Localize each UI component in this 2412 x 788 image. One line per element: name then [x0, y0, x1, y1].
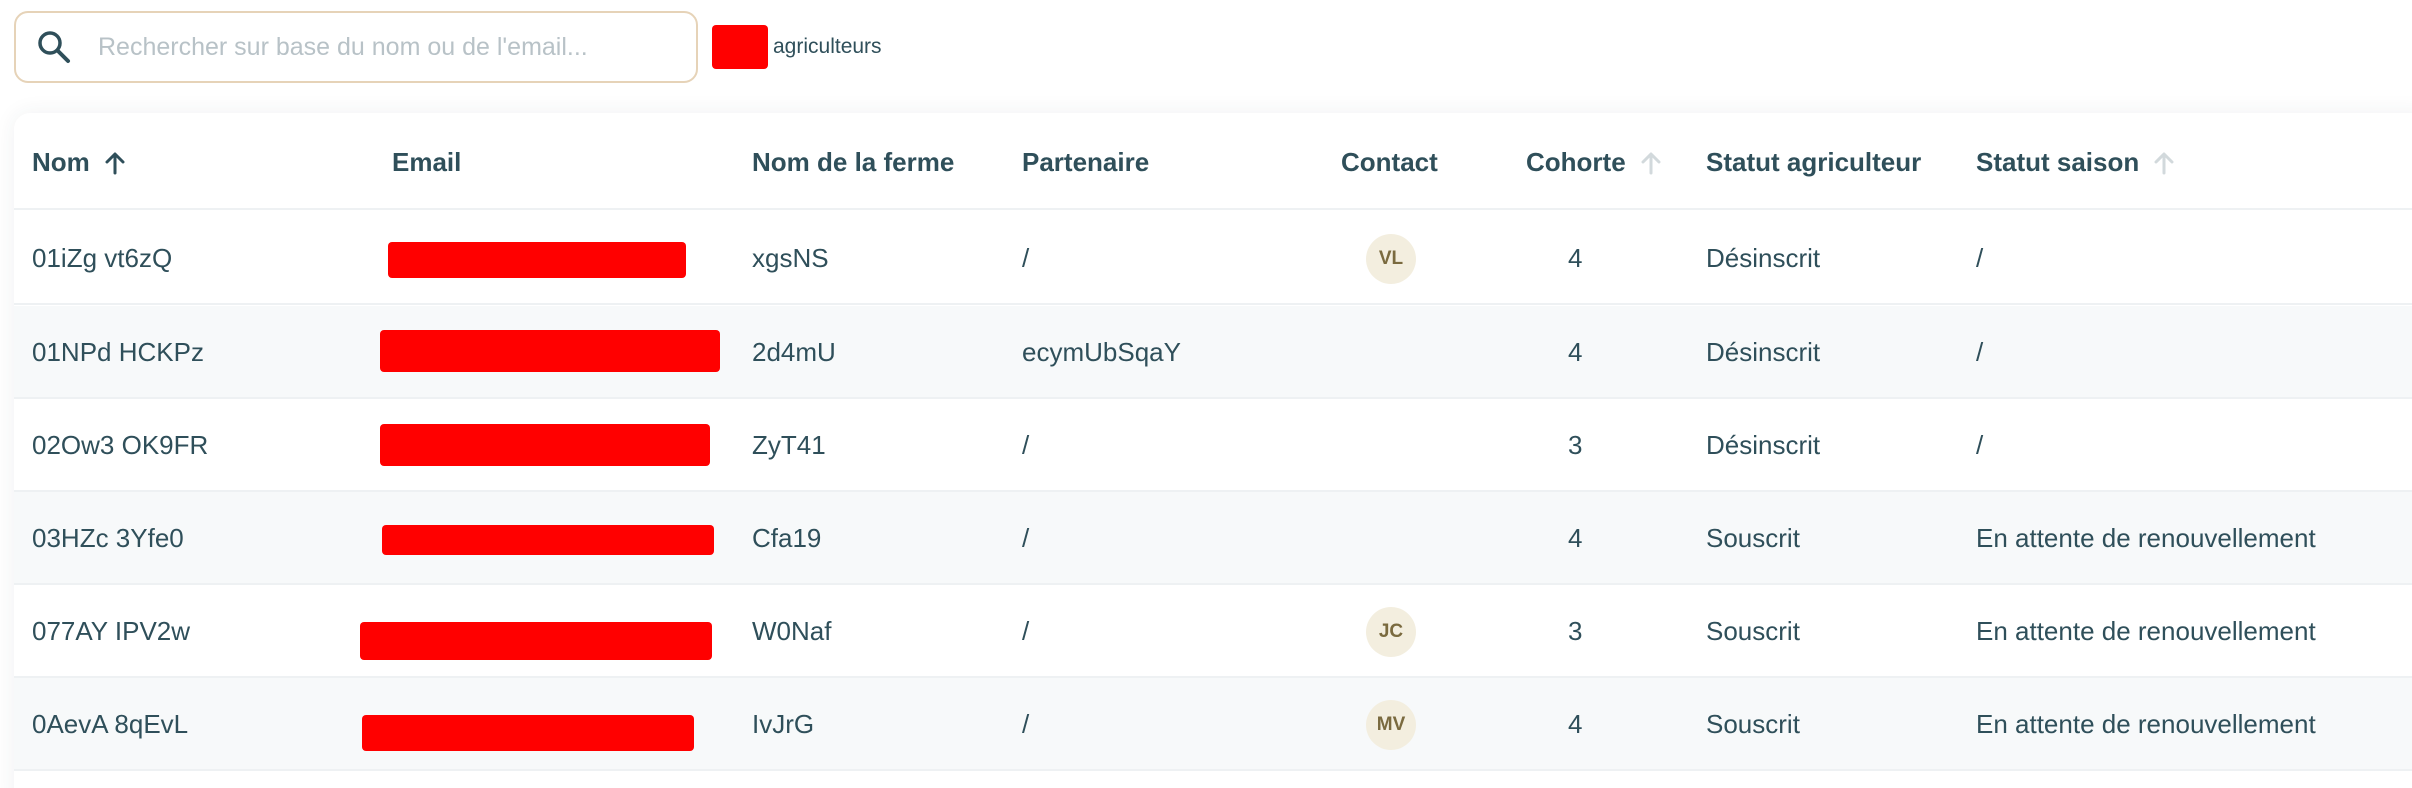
table-row[interactable]: 01NPd HCKPz 2d4mU ecymUbSqaY 4 Désinscri… — [14, 306, 2412, 399]
farmer-count: agriculteurs — [712, 25, 882, 69]
cell-nom: 02Ow3 OK9FR — [32, 430, 209, 460]
cell-nom: 03HZc 3Yfe0 — [32, 523, 184, 553]
table-row[interactable]: 01iZg vt6zQ xgsNS / VL 4 Désinscrit / — [14, 212, 2412, 305]
avatar[interactable]: MV — [1366, 699, 1416, 750]
cell-ferme: IvJrG — [752, 709, 815, 739]
column-label: Contact — [1341, 147, 1438, 177]
column-header-email[interactable]: Email — [392, 147, 461, 178]
column-header-cohorte[interactable]: Cohorte — [1526, 147, 1662, 178]
search-box[interactable] — [14, 11, 698, 83]
cell-statut-saison: / — [1976, 430, 1984, 460]
cell-cohorte: 3 — [1568, 430, 1583, 460]
cell-statut-saison: / — [1976, 337, 1984, 367]
redacted-email — [362, 715, 694, 751]
sort-inactive-icon[interactable] — [1640, 151, 1662, 175]
cell-nom: 01NPd HCKPz — [32, 337, 204, 367]
cell-partenaire: / — [1022, 709, 1030, 739]
cell-contact: MV — [1366, 678, 1416, 771]
redacted-email — [382, 525, 714, 555]
cell-cohorte: 4 — [1568, 243, 1583, 273]
cell-partenaire: / — [1022, 616, 1030, 646]
cell-contact: VL — [1366, 212, 1416, 305]
column-header-statut-agriculteur[interactable]: Statut agriculteur — [1706, 147, 1921, 178]
cell-statut-saison: / — [1976, 243, 1984, 273]
column-label: Statut saison — [1976, 147, 2140, 177]
column-label: Partenaire — [1022, 147, 1150, 177]
cell-statut-agriculteur: Souscrit — [1706, 709, 1800, 739]
cell-partenaire: / — [1022, 523, 1030, 553]
column-header-nom[interactable]: Nom — [32, 147, 126, 178]
sort-inactive-icon[interactable] — [2153, 151, 2175, 175]
cell-statut-agriculteur: Souscrit — [1706, 616, 1800, 646]
column-header-contact[interactable]: Contact — [1341, 147, 1438, 178]
cell-statut-saison: En attente de renouvellement — [1976, 709, 2316, 739]
cell-statut-agriculteur: Désinscrit — [1706, 243, 1821, 273]
cell-ferme: W0Naf — [752, 616, 832, 646]
table-row[interactable]: 077AY IPV2w W0Naf / JC 3 Souscrit En att… — [14, 585, 2412, 678]
cell-cohorte: 4 — [1568, 709, 1583, 739]
toolbar: agriculteurs — [14, 11, 882, 83]
redacted-email — [360, 622, 712, 660]
column-header-statut-saison[interactable]: Statut saison — [1976, 147, 2175, 178]
avatar[interactable]: JC — [1366, 606, 1416, 657]
column-header-partenaire[interactable]: Partenaire — [1022, 147, 1149, 178]
search-input[interactable] — [98, 32, 658, 62]
cell-partenaire: / — [1022, 243, 1030, 273]
redacted-count — [712, 25, 768, 69]
column-label: Email — [392, 147, 462, 177]
count-label: agriculteurs — [773, 35, 882, 58]
column-label: Nom de la ferme — [752, 147, 955, 177]
cell-statut-agriculteur: Désinscrit — [1706, 337, 1821, 367]
sort-asc-icon[interactable] — [104, 151, 126, 175]
redacted-email — [380, 330, 720, 372]
cell-cohorte: 4 — [1568, 337, 1583, 367]
cell-statut-agriculteur: Souscrit — [1706, 523, 1800, 553]
cell-ferme: ZyT41 — [752, 430, 826, 460]
cell-statut-saison: En attente de renouvellement — [1976, 523, 2316, 553]
table-header: Nom Email Nom de la ferme Partenaire Con… — [14, 113, 2412, 210]
cell-cohorte: 4 — [1568, 523, 1583, 553]
table-row[interactable]: 0AevA 8qEvL IvJrG / MV 4 Souscrit En att… — [14, 678, 2412, 771]
farmers-table: Nom Email Nom de la ferme Partenaire Con… — [14, 113, 2412, 788]
cell-statut-saison: En attente de renouvellement — [1976, 616, 2316, 646]
cell-nom: 077AY IPV2w — [32, 616, 191, 646]
cell-statut-agriculteur: Désinscrit — [1706, 430, 1821, 460]
column-label: Cohorte — [1526, 147, 1626, 177]
cell-cohorte: 3 — [1568, 616, 1583, 646]
table-row[interactable]: 03HZc 3Yfe0 Cfa19 / 4 Souscrit En attent… — [14, 492, 2412, 585]
cell-ferme: xgsNS — [752, 243, 829, 273]
search-icon — [34, 27, 74, 67]
cell-nom: 0AevA 8qEvL — [32, 709, 189, 739]
table-row[interactable]: 02Ow3 OK9FR ZyT41 / 3 Désinscrit / — [14, 399, 2412, 492]
cell-nom: 01iZg vt6zQ — [32, 243, 173, 273]
cell-contact: JC — [1366, 585, 1416, 678]
cell-partenaire: ecymUbSqaY — [1022, 337, 1181, 367]
redacted-email — [388, 242, 686, 278]
column-header-ferme[interactable]: Nom de la ferme — [752, 147, 954, 178]
redacted-email — [380, 424, 710, 466]
avatar[interactable]: VL — [1366, 233, 1416, 284]
cell-partenaire: / — [1022, 430, 1030, 460]
cell-ferme: 2d4mU — [752, 337, 836, 367]
cell-ferme: Cfa19 — [752, 523, 822, 553]
column-label: Statut agriculteur — [1706, 147, 1922, 177]
column-label: Nom — [32, 147, 90, 177]
